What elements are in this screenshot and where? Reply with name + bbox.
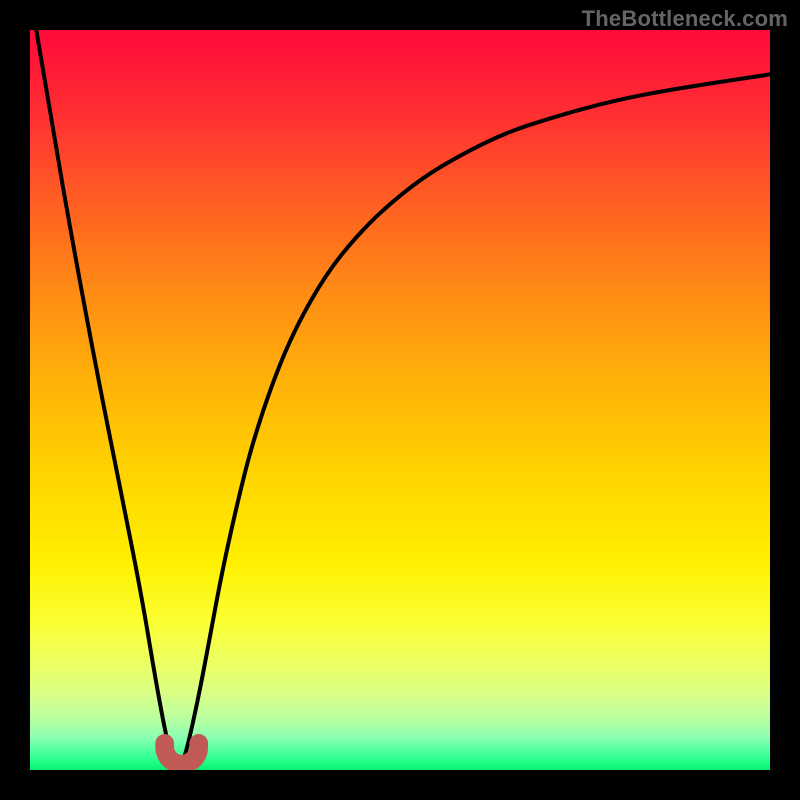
bottleneck-curve <box>30 30 770 766</box>
plot-area <box>30 30 770 770</box>
chart-frame: TheBottleneck.com <box>0 0 800 800</box>
curve-layer <box>30 30 770 770</box>
watermark-text: TheBottleneck.com <box>582 6 788 32</box>
optimum-marker <box>165 743 199 764</box>
